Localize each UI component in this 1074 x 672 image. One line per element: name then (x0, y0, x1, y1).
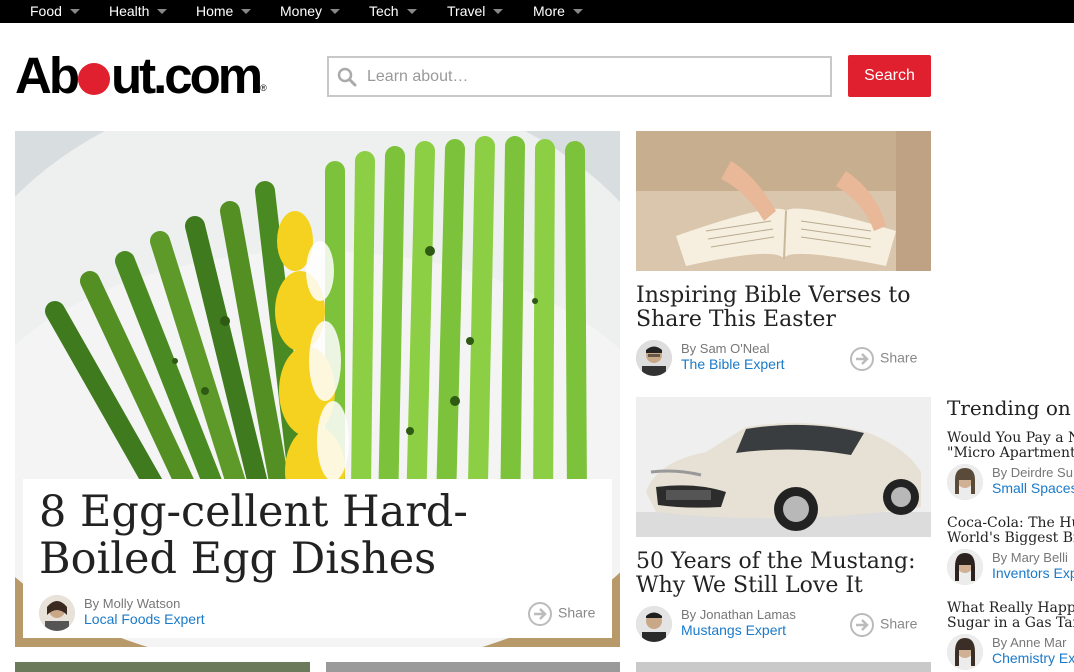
share-arrow-icon (850, 613, 874, 637)
share-label: Share (558, 604, 596, 621)
avatar[interactable] (636, 606, 672, 642)
author-photo (636, 340, 672, 376)
author-photo (636, 606, 672, 642)
card-image-mustang[interactable] (636, 397, 931, 537)
author-role-link[interactable]: Local Foods Expert (84, 611, 205, 627)
share-label: Share (880, 349, 918, 366)
trending-title[interactable]: Coca-Cola: The Hu World's Biggest Br (947, 516, 1074, 546)
author-role-link[interactable]: Mustangs Expert (681, 622, 786, 638)
author-photo (947, 549, 983, 585)
share-label: Share (880, 615, 918, 632)
trending-title[interactable]: What Really Happ Sugar in a Gas Tan (947, 601, 1074, 631)
chevron-down-icon (241, 9, 252, 14)
avatar[interactable] (39, 595, 75, 631)
nav-item-tech[interactable]: Tech (369, 0, 417, 23)
trending-title-line: Coca-Cola: The Hu (947, 515, 1074, 531)
author-role-link[interactable]: The Bible Expert (681, 356, 785, 372)
search-box (327, 56, 832, 97)
trending-title-line: Sugar in a Gas Tan (947, 615, 1074, 631)
share-arrow-icon (528, 602, 552, 626)
author-name: By Anne Mar (992, 635, 1067, 650)
avatar[interactable] (636, 340, 672, 376)
chevron-down-icon (572, 9, 583, 14)
mustang-photo (636, 397, 931, 537)
nav-item-travel[interactable]: Travel (447, 0, 504, 23)
card-image-partial[interactable] (636, 662, 931, 672)
bible-photo (636, 131, 931, 271)
hero-title[interactable]: 8 Egg-cellent Hard-Boiled Egg Dishes (39, 489, 599, 583)
trending-title-line: World's Biggest Br (947, 530, 1074, 546)
chevron-down-icon (69, 9, 80, 14)
author-name: By Mary Belli (992, 550, 1068, 565)
trending-title-line: "Micro Apartment (947, 445, 1074, 461)
trending-title-line: Would You Pay a N (947, 430, 1074, 446)
nav-label: Money (280, 3, 323, 19)
share-arrow-icon (850, 347, 874, 371)
card-image-partial[interactable] (15, 662, 310, 672)
search-input[interactable] (367, 64, 817, 90)
avatar[interactable] (947, 634, 983, 670)
author-name: By Sam O'Neal (681, 341, 770, 356)
nav-item-home[interactable]: Home (196, 0, 252, 23)
author-name: By Deirdre Su (992, 465, 1073, 480)
author-name: By Molly Watson (84, 596, 181, 611)
nav-item-health[interactable]: Health (109, 0, 168, 23)
author-photo (947, 634, 983, 670)
author-role-link[interactable]: Chemistry Ex (992, 650, 1074, 666)
nav-label: Tech (369, 3, 399, 19)
trending-title[interactable]: Would You Pay a N "Micro Apartment (947, 431, 1074, 461)
card-image-bible[interactable] (636, 131, 931, 271)
avatar[interactable] (947, 464, 983, 500)
share-button[interactable]: Share (850, 347, 917, 371)
author-role-link[interactable]: Inventors Exp (992, 565, 1074, 581)
author-photo (39, 595, 75, 631)
nav-item-food[interactable]: Food (30, 0, 80, 23)
chevron-down-icon (157, 9, 168, 14)
site-logo[interactable]: Ab ut.com® (15, 50, 267, 101)
author-role-link[interactable]: Small Spaces (992, 480, 1074, 496)
card-title-bible[interactable]: Inspiring Bible Verses to Share This Eas… (636, 284, 931, 332)
chevron-down-icon (330, 9, 341, 14)
nav-item-money[interactable]: Money (280, 0, 341, 23)
chevron-down-icon (406, 9, 417, 14)
logo-text: Ab (15, 47, 80, 104)
logo-trademark: ® (260, 83, 267, 93)
avatar[interactable] (947, 549, 983, 585)
logo-text: ut.com (110, 47, 263, 104)
nav-label: Food (30, 3, 62, 19)
trending-title-line: What Really Happ (947, 600, 1074, 616)
author-photo (947, 464, 983, 500)
card-image-partial[interactable] (326, 662, 620, 672)
logo-red-dot (77, 63, 110, 95)
nav-label: Travel (447, 3, 486, 19)
nav-item-more[interactable]: More (533, 0, 583, 23)
nav-label: Home (196, 3, 234, 19)
search-button[interactable]: Search (848, 55, 931, 97)
trending-heading: Trending on (947, 396, 1071, 420)
top-nav: Food Health Home Money Tech Travel More (0, 0, 1074, 23)
share-button[interactable]: Share (850, 613, 917, 637)
author-name: By Jonathan Lamas (681, 607, 796, 622)
hero-caption-card: 8 Egg-cellent Hard-Boiled Egg Dishes By … (23, 479, 612, 638)
nav-label: Health (109, 3, 150, 19)
share-button[interactable]: Share (528, 602, 595, 626)
nav-label: More (533, 3, 565, 19)
chevron-down-icon (493, 9, 504, 14)
search-icon (337, 67, 357, 87)
card-title-mustang[interactable]: 50 Years of the Mustang: Why We Still Lo… (636, 550, 931, 598)
